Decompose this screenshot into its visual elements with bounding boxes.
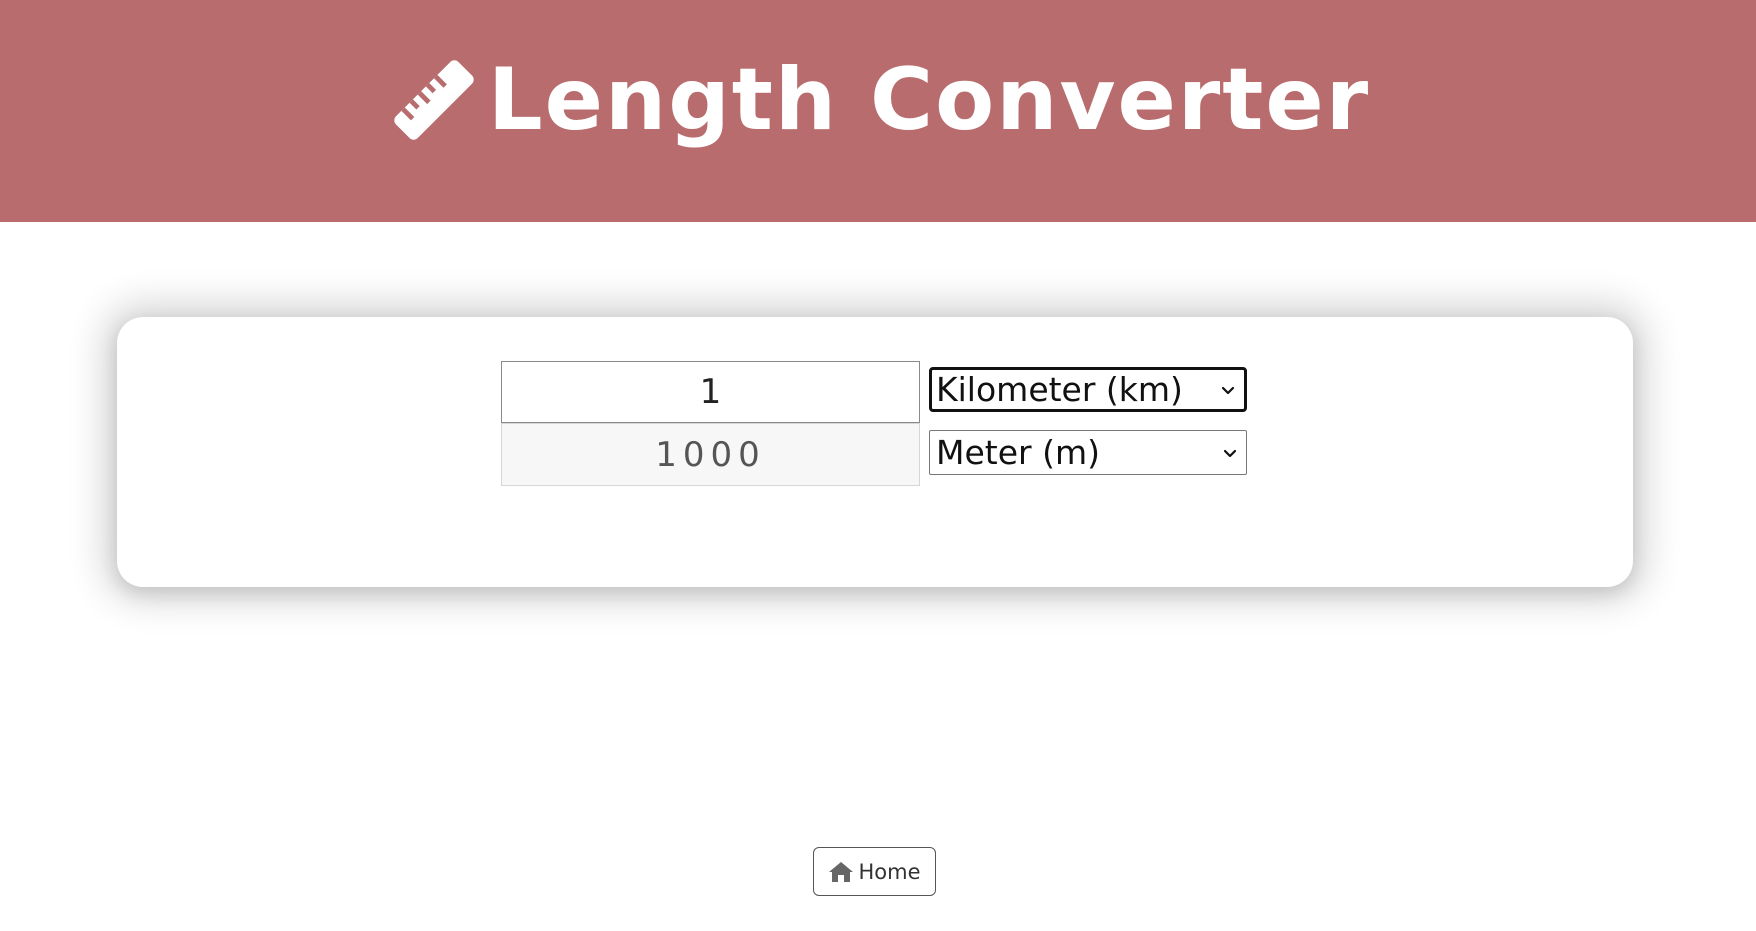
chevron-down-icon — [1221, 386, 1235, 394]
page-title: Length Converter — [487, 50, 1371, 150]
from-unit-label: Kilometer (km) — [936, 370, 1183, 409]
ruler-icon — [394, 60, 474, 140]
home-button-label: Home — [858, 859, 921, 884]
title-container: Length Converter — [0, 0, 1756, 222]
from-unit-select[interactable]: Kilometer (km) — [929, 367, 1247, 412]
home-button[interactable]: Home — [813, 847, 936, 896]
chevron-down-icon — [1223, 449, 1237, 457]
to-unit-label: Meter (m) — [936, 433, 1100, 472]
value-input[interactable] — [501, 361, 920, 423]
result-field: 1000 — [501, 423, 920, 486]
home-icon — [829, 861, 854, 882]
to-unit-select[interactable]: Meter (m) — [929, 430, 1247, 475]
